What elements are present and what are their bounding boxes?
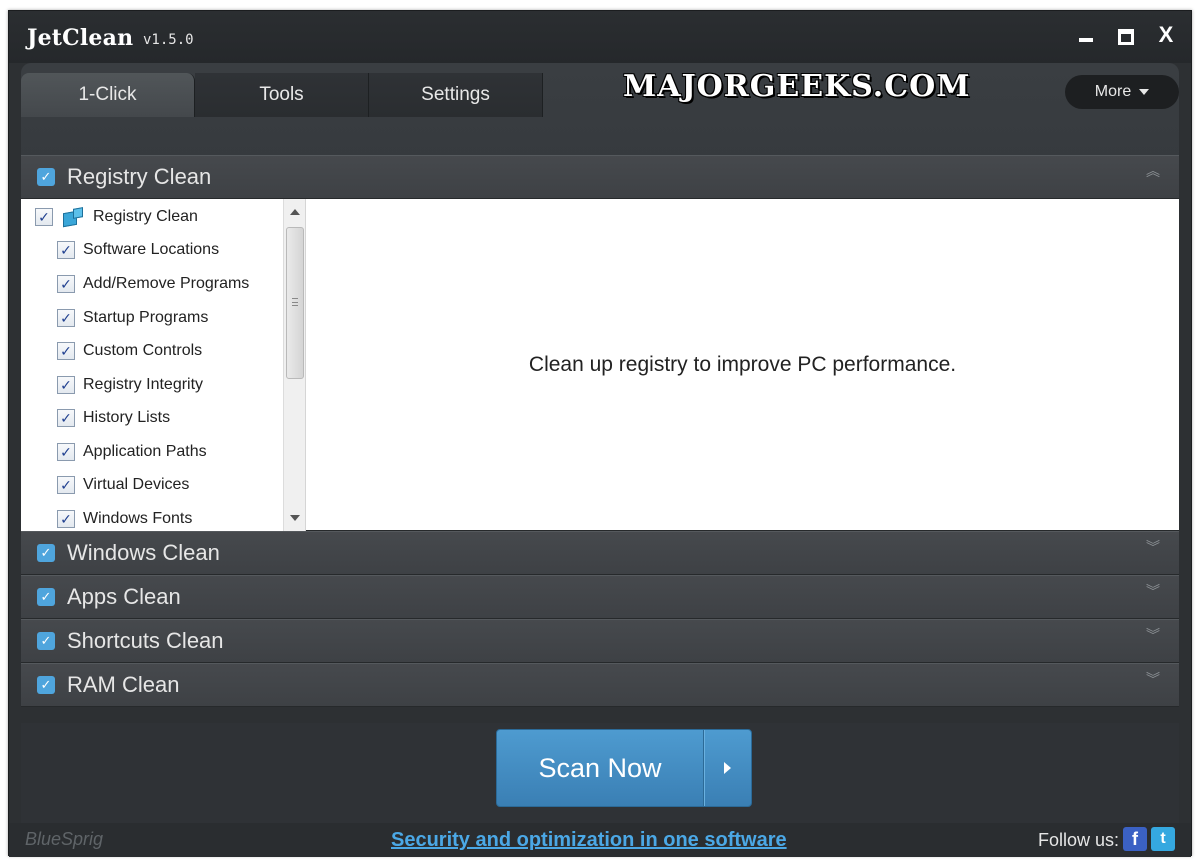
tree-root-label: Registry Clean bbox=[93, 208, 198, 225]
checkbox[interactable]: ✓ bbox=[57, 476, 75, 494]
check-icon[interactable]: ✓ bbox=[37, 544, 55, 562]
checkbox[interactable]: ✓ bbox=[35, 208, 53, 226]
minimize-button[interactable] bbox=[1075, 23, 1097, 47]
tree-item-label: Startup Programs bbox=[83, 309, 209, 326]
registry-tree: ✓ Registry Clean ✓ Software Locations ✓ … bbox=[21, 199, 283, 531]
section-label: Apps Clean bbox=[67, 584, 181, 609]
tree-item-registry-integrity[interactable]: ✓ Registry Integrity bbox=[57, 371, 203, 399]
check-icon[interactable]: ✓ bbox=[37, 168, 55, 186]
grip-icon bbox=[292, 298, 298, 306]
close-button[interactable]: X bbox=[1155, 23, 1177, 47]
app-version: v1.5.0 bbox=[143, 32, 194, 48]
chevron-up-double-icon[interactable]: ︽ bbox=[1145, 164, 1161, 178]
tree-item-label: Virtual Devices bbox=[83, 476, 190, 493]
tree-item-windows-fonts[interactable]: ✓ Windows Fonts bbox=[57, 505, 192, 531]
scroll-thumb[interactable] bbox=[286, 227, 304, 379]
section-label: RAM Clean bbox=[67, 672, 180, 697]
tree-item-label: Custom Controls bbox=[83, 342, 203, 359]
scroll-up-icon[interactable] bbox=[290, 209, 300, 215]
play-arrow-icon bbox=[724, 762, 731, 774]
tree-item-label: Software Locations bbox=[83, 241, 220, 258]
clean-sections: ✓ Registry Clean ︽ ✓ Registry Clean ✓ So… bbox=[21, 155, 1179, 707]
tree-item-add-remove-programs[interactable]: ✓ Add/Remove Programs bbox=[57, 270, 249, 298]
section-label: Registry Clean bbox=[67, 164, 212, 189]
section-header-shortcuts-clean[interactable]: ✓ Shortcuts Clean ︾ bbox=[21, 619, 1179, 663]
check-icon[interactable]: ✓ bbox=[37, 632, 55, 650]
tab-1-click[interactable]: 1-Click bbox=[21, 73, 195, 117]
checkbox[interactable]: ✓ bbox=[57, 443, 75, 461]
checkbox[interactable]: ✓ bbox=[57, 241, 75, 259]
tree-item-label: Registry Integrity bbox=[83, 376, 204, 393]
app-window: JetClean v1.5.0 X 1-Click Tools Settings… bbox=[8, 10, 1192, 857]
scan-now-label[interactable]: Scan Now bbox=[497, 730, 703, 806]
chevron-down-double-icon[interactable]: ︾ bbox=[1145, 628, 1161, 642]
tree-root-row[interactable]: ✓ Registry Clean bbox=[35, 203, 198, 231]
tree-item-software-locations[interactable]: ✓ Software Locations bbox=[57, 236, 219, 264]
section-description: Clean up registry to improve PC performa… bbox=[528, 353, 957, 376]
footer: BlueSprig Security and optimization in o… bbox=[9, 823, 1191, 857]
window-controls: X bbox=[1075, 23, 1177, 47]
section-header-ram-clean[interactable]: ✓ RAM Clean ︾ bbox=[21, 663, 1179, 707]
checkbox[interactable]: ✓ bbox=[57, 342, 75, 360]
checkbox[interactable]: ✓ bbox=[57, 376, 75, 394]
more-button-label: More bbox=[1094, 83, 1132, 100]
scan-area: Scan Now bbox=[21, 723, 1179, 823]
checkbox[interactable]: ✓ bbox=[57, 510, 75, 528]
tab-settings[interactable]: Settings bbox=[369, 73, 543, 117]
check-icon[interactable]: ✓ bbox=[37, 588, 55, 606]
tree-item-virtual-devices[interactable]: ✓ Virtual Devices bbox=[57, 471, 189, 499]
scan-options-button[interactable] bbox=[704, 730, 751, 806]
scan-now-button[interactable]: Scan Now bbox=[496, 729, 752, 807]
section-label: Shortcuts Clean bbox=[67, 628, 224, 653]
registry-icon bbox=[61, 206, 85, 228]
tree-item-startup-programs[interactable]: ✓ Startup Programs bbox=[57, 304, 208, 332]
checkbox[interactable]: ✓ bbox=[57, 275, 75, 293]
chevron-down-double-icon[interactable]: ︾ bbox=[1145, 672, 1161, 686]
chevron-down-double-icon[interactable]: ︾ bbox=[1145, 540, 1161, 554]
checkbox[interactable]: ✓ bbox=[57, 309, 75, 327]
tab-tools[interactable]: Tools bbox=[195, 73, 369, 117]
section-label: Windows Clean bbox=[67, 540, 220, 565]
tree-item-label: Windows Fonts bbox=[83, 510, 193, 527]
tree-item-label: Add/Remove Programs bbox=[83, 275, 250, 292]
watermark: MAJORGEEKS.COM bbox=[623, 69, 971, 104]
check-icon[interactable]: ✓ bbox=[37, 676, 55, 694]
section-header-registry-clean[interactable]: ✓ Registry Clean ︽ bbox=[21, 155, 1179, 199]
brand-logo: BlueSprig bbox=[25, 829, 104, 849]
checkbox[interactable]: ✓ bbox=[57, 409, 75, 427]
follow-us-label: Follow us: bbox=[1037, 830, 1119, 850]
title-bar[interactable]: JetClean v1.5.0 X bbox=[9, 11, 1191, 63]
chevron-down-double-icon[interactable]: ︾ bbox=[1145, 584, 1161, 598]
footer-link[interactable]: Security and optimization in one softwar… bbox=[391, 829, 787, 852]
tab-area: 1-Click Tools Settings MAJORGEEKS.COM Mo… bbox=[21, 63, 1179, 165]
scroll-down-icon[interactable] bbox=[290, 515, 300, 521]
tab-bar: 1-Click Tools Settings bbox=[21, 73, 543, 117]
tree-item-history-lists[interactable]: ✓ History Lists bbox=[57, 404, 170, 432]
tree-item-label: History Lists bbox=[83, 409, 171, 426]
tree-item-custom-controls[interactable]: ✓ Custom Controls bbox=[57, 337, 202, 365]
twitter-icon[interactable]: t bbox=[1151, 827, 1175, 851]
registry-clean-panel: ✓ Registry Clean ✓ Software Locations ✓ … bbox=[21, 199, 1179, 531]
caret-down-icon bbox=[1139, 89, 1150, 95]
facebook-icon[interactable]: f bbox=[1123, 827, 1147, 851]
section-header-windows-clean[interactable]: ✓ Windows Clean ︾ bbox=[21, 531, 1179, 575]
tree-scrollbar[interactable] bbox=[283, 199, 305, 531]
maximize-button[interactable] bbox=[1115, 23, 1137, 47]
section-header-apps-clean[interactable]: ✓ Apps Clean ︾ bbox=[21, 575, 1179, 619]
tree-item-application-paths[interactable]: ✓ Application Paths bbox=[57, 438, 207, 466]
tree-item-label: Application Paths bbox=[83, 443, 207, 460]
more-button[interactable]: More bbox=[1065, 75, 1179, 109]
app-title: JetClean bbox=[27, 25, 134, 51]
